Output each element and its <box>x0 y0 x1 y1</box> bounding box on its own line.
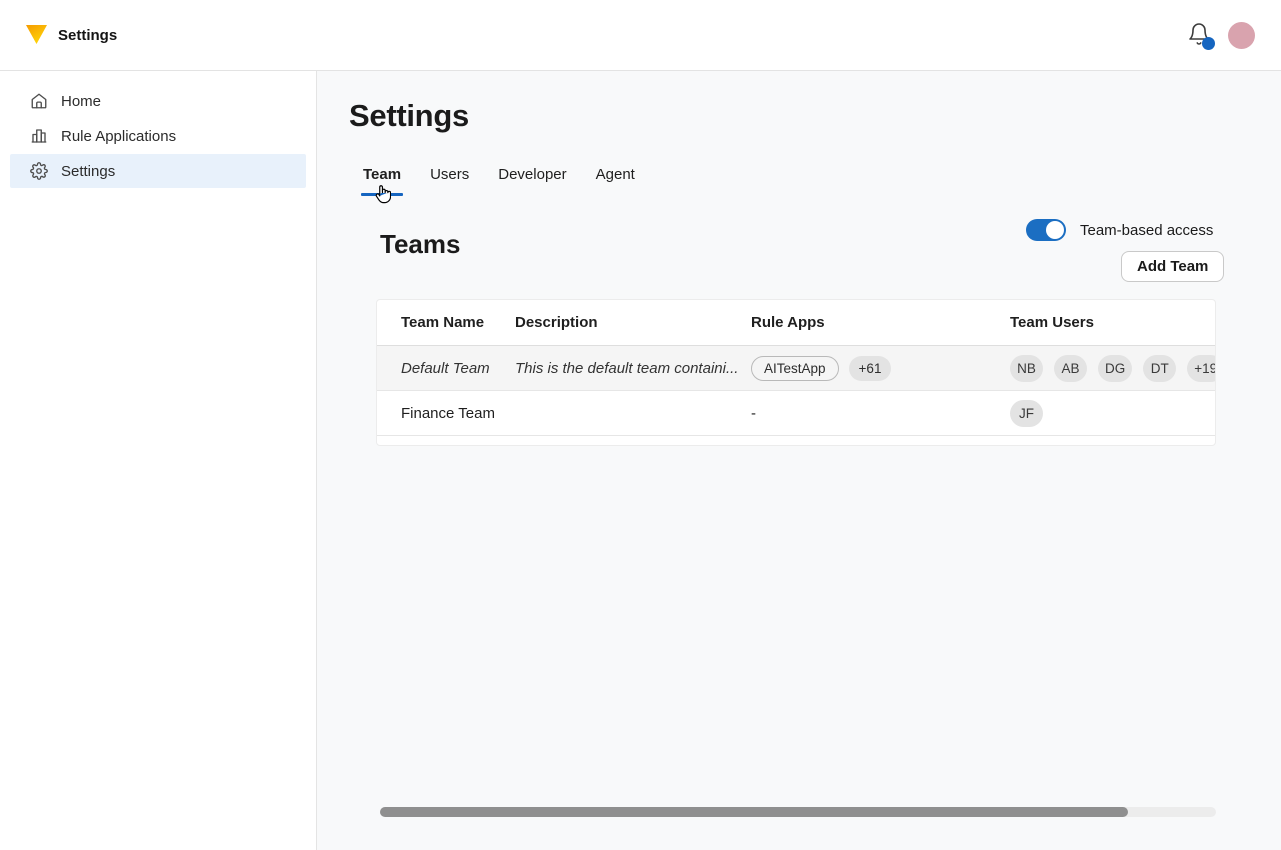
column-header-team-users: Team Users <box>1010 314 1215 331</box>
rule-apps-cell: AITestApp +61 <box>751 356 1010 381</box>
app-title: Settings <box>58 27 117 44</box>
page-title: Settings <box>349 98 469 134</box>
description-cell: This is the default team containi... <box>515 360 751 377</box>
rule-apps-overflow-chip[interactable]: +61 <box>849 356 892 381</box>
team-users-cell: JF <box>1010 400 1215 427</box>
team-name-cell: Finance Team <box>401 405 515 422</box>
sidebar-item-label: Home <box>61 93 101 110</box>
user-avatar-chip[interactable]: DT <box>1143 355 1176 382</box>
app-logo-triangle-icon <box>26 25 47 45</box>
top-bar: Settings <box>0 0 1281 71</box>
home-icon <box>30 92 48 110</box>
team-based-access-row: Team-based access <box>1026 219 1213 241</box>
sidebar-item-label: Rule Applications <box>61 128 176 145</box>
table-row-default-team[interactable]: Default Team This is the default team co… <box>377 346 1215 391</box>
column-header-team-name: Team Name <box>401 314 515 331</box>
teams-section-title: Teams <box>380 229 460 260</box>
horizontal-scrollbar-track[interactable] <box>380 807 1216 817</box>
table-header-row: Team Name Description Rule Apps Team Use… <box>377 300 1215 346</box>
user-avatar-chip[interactable]: JF <box>1010 400 1043 427</box>
notification-badge <box>1202 37 1215 50</box>
user-avatar-chip[interactable]: DG <box>1098 355 1132 382</box>
tab-developer[interactable]: Developer <box>497 166 567 196</box>
bar-chart-icon <box>30 127 48 145</box>
tab-bar: Team Users Developer Agent <box>362 166 636 196</box>
column-header-rule-apps: Rule Apps <box>751 314 1010 331</box>
gear-icon <box>30 162 48 180</box>
sidebar-item-rule-applications[interactable]: Rule Applications <box>10 119 306 153</box>
rule-apps-cell: - <box>751 405 1010 422</box>
user-avatar-chip[interactable]: AB <box>1054 355 1087 382</box>
horizontal-scrollbar-thumb[interactable] <box>380 807 1128 817</box>
rule-app-chip[interactable]: AITestApp <box>751 356 839 381</box>
column-header-description: Description <box>515 314 751 331</box>
table-row-finance-team[interactable]: Finance Team - JF <box>377 391 1215 436</box>
team-based-access-toggle[interactable] <box>1026 219 1066 241</box>
user-avatar-chip[interactable]: NB <box>1010 355 1043 382</box>
sidebar-item-settings[interactable]: Settings <box>10 154 306 188</box>
tab-agent[interactable]: Agent <box>595 166 636 196</box>
main-content: Settings Team Users Developer Agent Team… <box>317 71 1281 850</box>
user-avatar[interactable] <box>1228 22 1255 49</box>
teams-table: Team Name Description Rule Apps Team Use… <box>376 299 1216 446</box>
toggle-knob <box>1046 221 1064 239</box>
team-users-cell: NB AB DG DT +19 <box>1010 355 1216 382</box>
users-overflow-chip[interactable]: +19 <box>1187 355 1216 382</box>
sidebar: Home Rule Applications Settings <box>0 71 317 850</box>
add-team-button[interactable]: Add Team <box>1121 251 1224 282</box>
sidebar-item-label: Settings <box>61 163 115 180</box>
mouse-cursor-hand-icon <box>373 183 391 205</box>
sidebar-item-home[interactable]: Home <box>10 84 306 118</box>
notifications-button[interactable] <box>1187 22 1211 48</box>
team-name-cell: Default Team <box>401 360 515 377</box>
team-based-access-label: Team-based access <box>1080 222 1213 239</box>
tab-users[interactable]: Users <box>429 166 470 196</box>
